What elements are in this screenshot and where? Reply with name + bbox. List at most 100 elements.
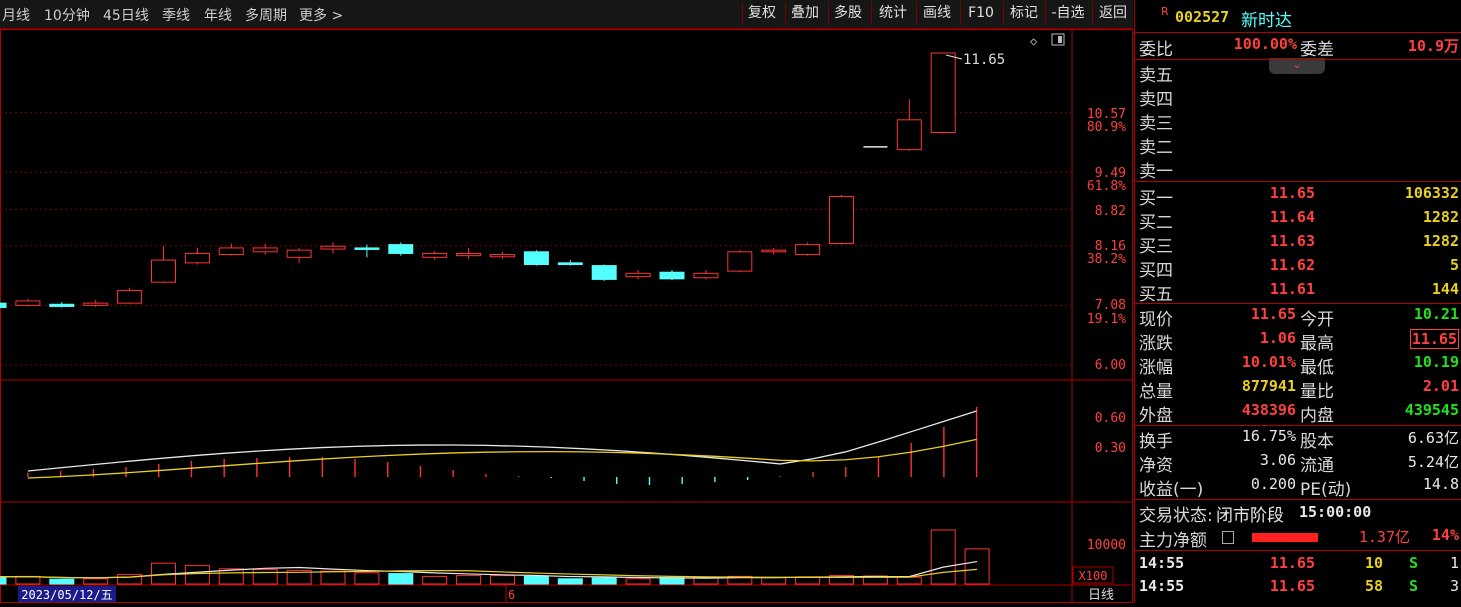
main-flow-pct: 14% [1431, 526, 1459, 544]
remove-watchlist-button[interactable]: -自选 [1045, 2, 1090, 25]
candle-body [930, 52, 956, 134]
date-label: 2023/05/12/五 [21, 588, 112, 602]
stat-row-outer: 外盘 438396 内盘 439545 [1135, 401, 1461, 426]
price-label-7-08: 7.08 [1095, 298, 1126, 313]
quote-panel: R 002527 新时达 委比 100.00% 委差 10.9万 ⌄ 卖五 卖四… [1134, 0, 1461, 603]
separator [1135, 550, 1461, 551]
tab-quarterly[interactable]: 季线 [162, 5, 190, 25]
net-asset-value: 3.06 [1259, 451, 1296, 469]
tick-count: 3 [1449, 577, 1459, 595]
price-label-8-82: 8.82 [1095, 204, 1126, 219]
buy-2-row: 买二 11.64 1282 [1135, 208, 1461, 233]
statistics-button[interactable]: 统计 [871, 2, 914, 25]
volume-bar [83, 578, 109, 585]
buy-1-price: 11.65 [1269, 184, 1315, 202]
fund-row-netasset: 净资 3.06 流通 5.24亿 [1135, 451, 1461, 476]
low-value: 10.19 [1413, 353, 1459, 371]
volume-bar [354, 572, 380, 585]
tab-45day[interactable]: 45日线 [103, 5, 149, 25]
pct-label-38-2: 38.2% [1087, 252, 1126, 267]
restore-rights-button[interactable]: 复权 [742, 2, 781, 25]
stat-row-pct: 涨幅 10.01% 最低 10.19 [1135, 353, 1461, 378]
buy-3-volume: 1282 [1422, 232, 1459, 250]
sell-2-row: 卖二 [1135, 133, 1461, 158]
high-value: 11.65 [1409, 329, 1459, 349]
macd-label-0-60: 0.60 [1095, 411, 1126, 426]
back-button[interactable]: 返回 [1092, 2, 1133, 25]
main-flow-value: 1.37亿 [1358, 528, 1410, 546]
candle-body [388, 244, 414, 254]
volume-bar [625, 578, 651, 585]
pct-change-value: 10.01% [1241, 353, 1296, 371]
fund-row-eps: 收益(一) 0.200 PE(动) 14.8 [1135, 475, 1461, 500]
candle-body [184, 252, 210, 264]
tab-multi-period[interactable]: 多周期 [245, 5, 287, 25]
volume-bar [15, 575, 41, 585]
pct-label-19-1: 19.1% [1087, 312, 1126, 327]
kline-chart[interactable]: 10.57 80.9% 9.49 61.8% 8.82 8.16 38.2% 7… [0, 29, 1133, 603]
tab-monthly[interactable]: 月线 [2, 5, 30, 25]
candle-body [0, 302, 7, 309]
volume-bar [0, 576, 7, 585]
sell-4-row: 卖四 [1135, 85, 1461, 110]
change-value: 1.06 [1259, 329, 1296, 347]
volume-bar [388, 573, 414, 585]
candle-body [286, 249, 312, 258]
volume-bar [591, 577, 617, 585]
candle-body [456, 252, 482, 257]
volume-bar [117, 573, 143, 585]
buy-3-row: 买三 11.63 1282 [1135, 232, 1461, 257]
buy-4-label: 买四 [1139, 261, 1173, 281]
volume-label-10000: 10000 [1087, 538, 1126, 553]
buy-2-volume: 1282 [1422, 208, 1459, 226]
separator [1135, 32, 1461, 33]
diamond-icon[interactable]: ◇ [1030, 34, 1038, 48]
stock-code[interactable]: 002527 [1175, 8, 1229, 26]
multi-stock-button[interactable]: 多股 [828, 2, 867, 25]
separator [1135, 425, 1461, 426]
weibi-value: 100.00% [1233, 35, 1297, 53]
macd-dif-line [27, 410, 977, 472]
buy-4-price: 11.62 [1269, 256, 1315, 274]
volume-bar [252, 569, 278, 585]
open-label: 今开 [1300, 310, 1334, 330]
net-asset-label: 净资 [1139, 456, 1173, 476]
sell-3-label: 卖三 [1139, 114, 1173, 134]
main-flow-row[interactable]: 主力净额 1.37亿 14% [1135, 526, 1461, 551]
tab-10min[interactable]: 10分钟 [44, 5, 90, 25]
candle-body [727, 251, 753, 272]
sell-2-label: 卖二 [1139, 138, 1173, 158]
volume-bar [523, 575, 549, 585]
draw-line-button[interactable]: 画线 [916, 2, 957, 25]
tick-row: 14:55 11.65 10 S 1 [1135, 554, 1461, 578]
candlestick-series [0, 52, 956, 309]
volume-bar [320, 570, 346, 585]
tab-more[interactable]: 更多 > [299, 5, 343, 25]
pe-label: PE(动) [1300, 480, 1352, 500]
tick-volume: 10 [1364, 554, 1383, 572]
period-indicator: 日线 [1088, 588, 1114, 603]
tick-time: 14:55 [1139, 554, 1185, 572]
tab-yearly[interactable]: 年线 [204, 5, 232, 25]
overlay-button[interactable]: 叠加 [785, 2, 824, 25]
float-shares-value: 5.24亿 [1407, 453, 1459, 471]
chart-area[interactable]: 10.57 80.9% 9.49 61.8% 8.82 8.16 38.2% 7… [0, 29, 1133, 603]
list-icon[interactable] [1222, 531, 1234, 544]
buy-5-volume: 144 [1431, 280, 1459, 298]
mark-button[interactable]: 标记 [1003, 2, 1044, 25]
candle-body [354, 247, 380, 250]
main-flow-bar [1252, 533, 1318, 542]
tick-price: 11.65 [1269, 577, 1315, 595]
change-label: 涨跌 [1139, 334, 1173, 354]
turnover-value: 16.75% [1241, 427, 1296, 445]
candle-body [49, 303, 75, 307]
stock-name[interactable]: 新时达 [1241, 6, 1292, 31]
volume-ratio-label: 量比 [1300, 382, 1334, 402]
f10-button[interactable]: F10 [960, 2, 1001, 25]
trade-status-value: 闭市阶段 [1216, 506, 1284, 526]
inner-volume-label: 内盘 [1300, 406, 1334, 426]
candle-body [591, 265, 617, 280]
window-toggle-icon-fill [1058, 36, 1062, 43]
candle-body [252, 247, 278, 253]
volume-bar [896, 576, 922, 585]
